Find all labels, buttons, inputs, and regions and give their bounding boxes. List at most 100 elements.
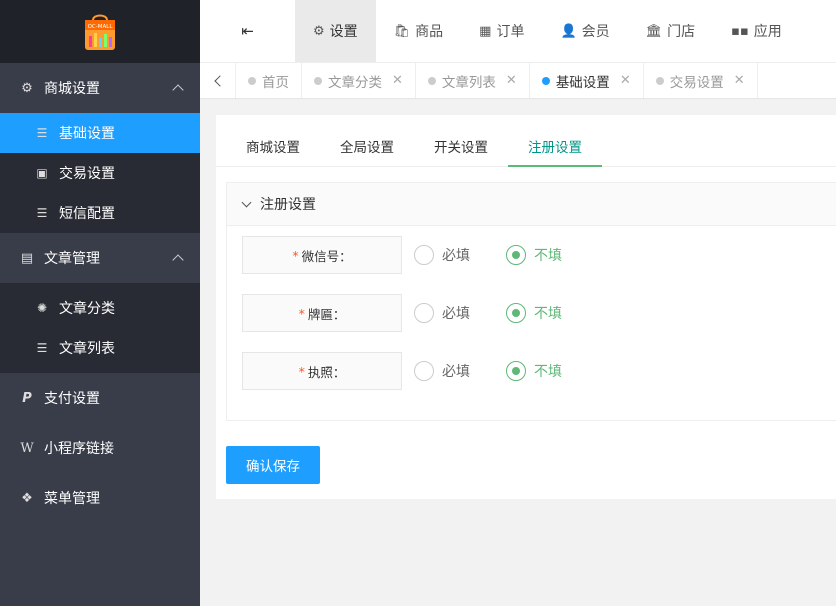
menu-label: 菜单管理 <box>44 491 100 507</box>
field-label-text: 微信号： <box>301 248 352 264</box>
chevron-up-icon <box>172 84 184 96</box>
chevron-left-icon <box>213 74 226 87</box>
gears-icon: ⚙ <box>313 23 325 39</box>
tab-status-dot <box>655 76 664 85</box>
indent-icon: ⇤ <box>241 22 254 40</box>
radio-label: 不填 <box>534 364 562 380</box>
page-tabs: 首页 文章分类 ✕ 文章列表 ✕ 基础设置 ✕ 交易设置 ✕ <box>200 63 836 99</box>
required-mark: * <box>298 363 305 379</box>
radio-not-required[interactable]: 不填 <box>506 361 562 381</box>
topnav-item-apps[interactable]: ▪▪ 应用 <box>713 0 800 62</box>
topnav-item-members[interactable]: 👤 会员 <box>542 0 627 62</box>
sidebar: OC-MALL ⚙ 商城设置 ☰ 基础设置 ▣ 交易设置 ☰ 短信配置 ▤ 文章… <box>0 0 200 606</box>
radio-required[interactable]: 必填 <box>414 361 470 381</box>
subtab-mall-settings[interactable]: 商城设置 <box>226 126 320 166</box>
topnav-item-products[interactable]: 🛍 商品 <box>376 0 462 62</box>
panel-title: 注册设置 <box>260 197 316 213</box>
radio-not-required[interactable]: 不填 <box>506 245 562 265</box>
register-settings-panel: 注册设置 * 微信号： 必填 不填 * 牌匾： 必填 不填 * 执照： 必填 不… <box>226 182 836 421</box>
menu-head-mall-settings[interactable]: ⚙ 商城设置 <box>0 63 200 113</box>
tab-label: 交易设置 <box>669 74 724 91</box>
bank-icon: 🏛 <box>645 23 663 39</box>
required-mark: * <box>292 247 299 263</box>
radio-label: 不填 <box>534 248 562 264</box>
close-icon[interactable]: ✕ <box>506 73 517 88</box>
top-navbar: ⇤ ⚙ 设置 🛍 商品 ▦ 订单 👤 会员 🏛 门店 ▪▪ 应用 <box>200 0 836 63</box>
bag-icon: 🛍 <box>393 23 411 39</box>
radio-label: 必填 <box>442 364 470 380</box>
menu-group-mall-settings: ⚙ 商城设置 ☰ 基础设置 ▣ 交易设置 ☰ 短信配置 <box>0 63 200 233</box>
cubes-icon: ❖ <box>21 490 33 506</box>
menu-head-menu-management[interactable]: ❖ 菜单管理 <box>0 473 200 523</box>
required-mark: * <box>298 305 305 321</box>
sidebar-item-label: 短信配置 <box>59 206 115 222</box>
tab-status-dot <box>427 76 436 85</box>
topnav-item-orders[interactable]: ▦ 订单 <box>461 0 542 62</box>
topnav-item-stores[interactable]: 🏛 门店 <box>628 0 714 62</box>
sidebar-item-trade-settings[interactable]: ▣ 交易设置 <box>0 153 200 193</box>
table-icon: ▦ <box>479 23 492 39</box>
topnav-item-label: 订单 <box>496 24 525 40</box>
sidebar-item-article-list[interactable]: ☰ 文章列表 <box>0 328 200 368</box>
paypal-icon: P <box>22 390 32 406</box>
radio-circle <box>414 303 434 323</box>
tab-article-list[interactable]: 文章列表 ✕ <box>416 63 530 98</box>
tab-label: 文章分类 <box>328 74 382 91</box>
save-button[interactable]: 确认保存 <box>226 446 320 484</box>
tab-basic-settings[interactable]: 基础设置 ✕ <box>530 63 644 98</box>
gear-icon: ⚙ <box>21 80 33 96</box>
tab-label: 首页 <box>262 74 289 91</box>
menu-group-miniprogram-links: W 小程序链接 <box>0 423 200 473</box>
grid-icon: ▪▪ <box>731 23 749 39</box>
radio-label: 不填 <box>534 306 562 322</box>
tab-article-category[interactable]: 文章分类 ✕ <box>302 63 416 98</box>
radio-not-required[interactable]: 不填 <box>506 303 562 323</box>
sidebar-item-sms-config[interactable]: ☰ 短信配置 <box>0 193 200 233</box>
topnav-item-label: 设置 <box>329 24 358 40</box>
settings-card: 商城设置 全局设置 开关设置 注册设置 注册设置 * 微信号： 必填 不填 * … <box>216 115 836 499</box>
tab-trade-settings[interactable]: 交易设置 ✕ <box>644 63 758 98</box>
panel-header[interactable]: 注册设置 <box>227 183 836 226</box>
sidebar-toggle-button[interactable]: ⇤ <box>200 0 295 62</box>
menu-head-article-management[interactable]: ▤ 文章管理 <box>0 233 200 283</box>
svg-text:OC-MALL: OC-MALL <box>88 24 114 30</box>
user-icon: 👤 <box>560 23 577 39</box>
sidebar-item-article-category[interactable]: ✺ 文章分类 <box>0 288 200 328</box>
field-row-plaque: * 牌匾： 必填 不填 <box>242 294 586 332</box>
subtab-switch-settings[interactable]: 开关设置 <box>414 126 508 166</box>
topnav-item-settings[interactable]: ⚙ 设置 <box>295 0 376 62</box>
radio-circle <box>506 303 526 323</box>
logo-icon[interactable]: OC-MALL <box>82 12 118 52</box>
logo-area: OC-MALL <box>0 0 200 63</box>
close-icon[interactable]: ✕ <box>620 73 631 88</box>
settings-subtabs: 商城设置 全局设置 开关设置 注册设置 <box>216 115 836 167</box>
cog-icon: ✺ <box>36 301 48 315</box>
menu-head-payment-settings[interactable]: P 支付设置 <box>0 373 200 423</box>
radio-circle <box>414 361 434 381</box>
tab-status-dot <box>314 76 322 85</box>
menu-head-miniprogram-links[interactable]: W 小程序链接 <box>0 423 200 473</box>
subtab-global-settings[interactable]: 全局设置 <box>320 126 414 166</box>
menu-group-payment-settings: P 支付设置 <box>0 373 200 423</box>
submenu-article-management: ✺ 文章分类 ☰ 文章列表 <box>0 283 200 373</box>
menu-group-article-management: ▤ 文章管理 ✺ 文章分类 ☰ 文章列表 <box>0 233 200 373</box>
menu-label: 小程序链接 <box>44 441 114 457</box>
field-label-text: 牌匾： <box>307 306 346 322</box>
radio-required[interactable]: 必填 <box>414 303 470 323</box>
tab-home[interactable]: 首页 <box>236 63 302 98</box>
subtab-register-settings[interactable]: 注册设置 <box>508 126 602 167</box>
field-label: * 牌匾： <box>242 294 402 332</box>
topnav-item-label: 会员 <box>581 24 610 40</box>
w-icon: W <box>20 440 34 456</box>
sidebar-item-label: 基础设置 <box>59 126 115 142</box>
list-icon: ☰ <box>36 341 48 355</box>
tabs-scroll-left-button[interactable] <box>200 63 236 98</box>
newspaper-icon: ▤ <box>20 250 34 266</box>
submenu-mall-settings: ☰ 基础设置 ▣ 交易设置 ☰ 短信配置 <box>0 113 200 233</box>
radio-required[interactable]: 必填 <box>414 245 470 265</box>
sidebar-item-basic-settings[interactable]: ☰ 基础设置 <box>0 113 200 153</box>
close-icon[interactable]: ✕ <box>392 73 403 88</box>
tab-label: 基础设置 <box>555 74 610 91</box>
menu-group-menu-management: ❖ 菜单管理 <box>0 473 200 523</box>
close-icon[interactable]: ✕ <box>734 73 745 88</box>
